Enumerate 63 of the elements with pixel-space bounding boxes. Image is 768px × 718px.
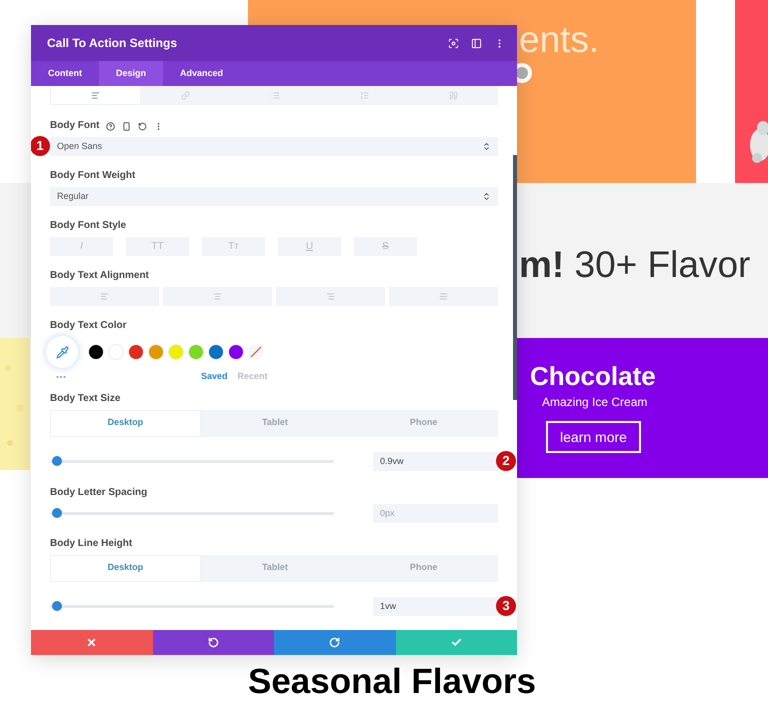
select-field[interactable]: Open Sans [50,137,498,156]
no-color-icon[interactable] [248,344,264,360]
panel-icon[interactable] [471,38,482,48]
fullscreen-icon[interactable] [448,38,459,48]
value-field[interactable]: 0.9vw [373,452,498,470]
chevron-icon [482,192,491,201]
hero-text: ents. [519,19,600,60]
number-badge: 3 [496,596,516,616]
select-field[interactable]: Regular [50,187,498,206]
tab-icon [181,91,190,100]
scrollbar[interactable] [513,155,517,400]
field-label: Body Font [50,120,100,132]
tab-icon [360,91,369,100]
undo-icon [208,637,219,648]
check-icon [450,637,462,648]
help-icon[interactable] [106,122,116,130]
slider-thumb[interactable] [52,456,62,466]
field-label: Body Line Height [50,538,134,550]
color-swatch[interactable] [208,344,224,360]
field-label: Body Font Weight [50,170,136,182]
number-badge: 1 [31,136,50,156]
alignment-icon [213,292,222,301]
color-swatch[interactable] [148,344,164,360]
field-label: Body Font Style [50,220,128,232]
alignment-icon [100,292,109,301]
color-swatch[interactable] [128,344,144,360]
chevron-icon [482,142,491,151]
field-label: Body Text Alignment [50,270,150,282]
eyedropper-button[interactable] [46,336,78,368]
modal-title: Call To Action Settings [47,35,178,52]
section-title: Seasonal Flavors [247,661,537,703]
tab-icon [270,91,280,100]
phone-icon[interactable] [122,122,132,130]
field-label: Body Text Size [50,392,122,404]
value-field[interactable]: 1vw [373,596,498,616]
device-tab[interactable]: Desktop [50,554,201,582]
alignment-icon [326,292,335,301]
tab-icon [448,91,458,100]
value-field[interactable]: 0px [373,504,498,522]
card-title: Chocolate [530,360,656,392]
settings-tab[interactable]: Advanced [163,61,240,86]
close-icon [86,637,98,648]
redo-icon [329,637,340,648]
settings-tab[interactable]: Content [31,61,99,86]
field-label: Body Letter Spacing [50,486,148,498]
alignment-icon [439,292,448,301]
learn-more-button[interactable]: learn more [546,421,641,453]
eyedropper-icon [56,346,68,358]
color-swatch[interactable] [168,344,184,360]
color-swatch[interactable] [188,344,204,360]
reset-icon[interactable] [138,122,148,130]
slider-thumb[interactable] [52,600,62,610]
color-swatch[interactable] [88,344,104,360]
slider-thumb[interactable] [52,508,62,518]
palette-tab[interactable]: Saved [201,370,228,384]
number-badge: 2 [496,450,516,470]
tab-icon [91,90,100,100]
device-tab[interactable]: Desktop [50,410,201,436]
section-headline: m! 30+ Flavor [519,244,750,285]
settings-tab[interactable]: Design [99,61,164,86]
card-subtitle: Amazing Ice Cream [542,394,648,411]
field-label: Body Text Color [50,320,128,332]
color-swatch[interactable] [228,344,244,360]
